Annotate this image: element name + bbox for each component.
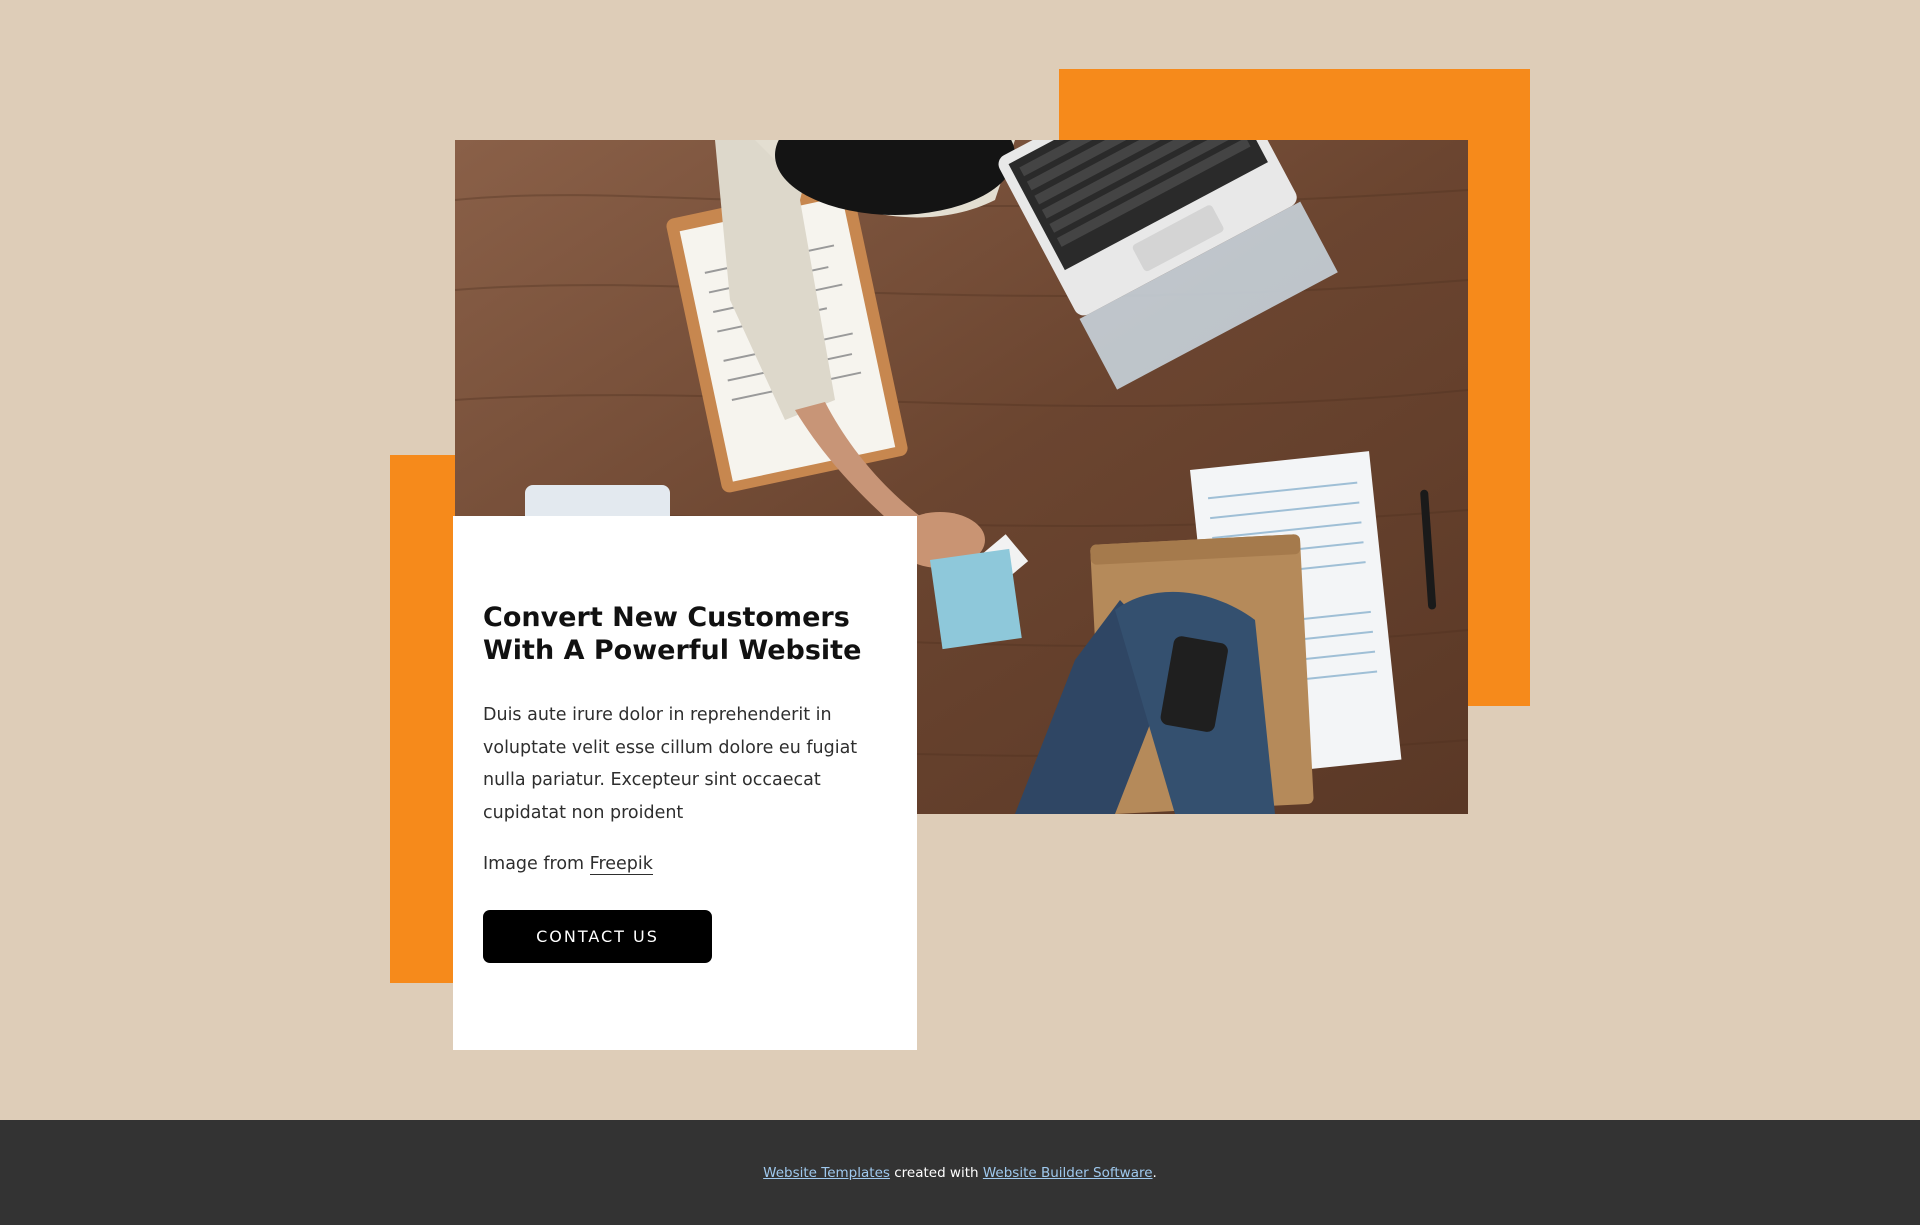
footer-middle-text: created with — [889, 1165, 983, 1181]
footer-end-text: . — [1152, 1165, 1157, 1181]
page-footer: Website Templates created with Website B… — [0, 1120, 1920, 1225]
feature-title: Convert New Customers With A Powerful We… — [483, 602, 862, 666]
footer-credit: Website Templates created with Website B… — [0, 1165, 1920, 1181]
website-templates-link[interactable]: Website Templates — [763, 1165, 890, 1181]
accent-block-left — [390, 455, 456, 983]
freepik-link[interactable]: Freepik — [589, 854, 653, 875]
feature-description: Duis aute irure dolor in reprehenderit i… — [483, 705, 858, 823]
feature-section: Convert New Customers With A Powerful We… — [0, 0, 1920, 1120]
contact-us-button[interactable]: CONTACT US — [483, 910, 712, 963]
feature-card: Convert New Customers With A Powerful We… — [453, 516, 917, 1050]
credit-prefix: Image from — [483, 854, 590, 874]
website-builder-link[interactable]: Website Builder Software — [983, 1165, 1153, 1181]
image-credit: Image from Freepik — [483, 849, 653, 879]
